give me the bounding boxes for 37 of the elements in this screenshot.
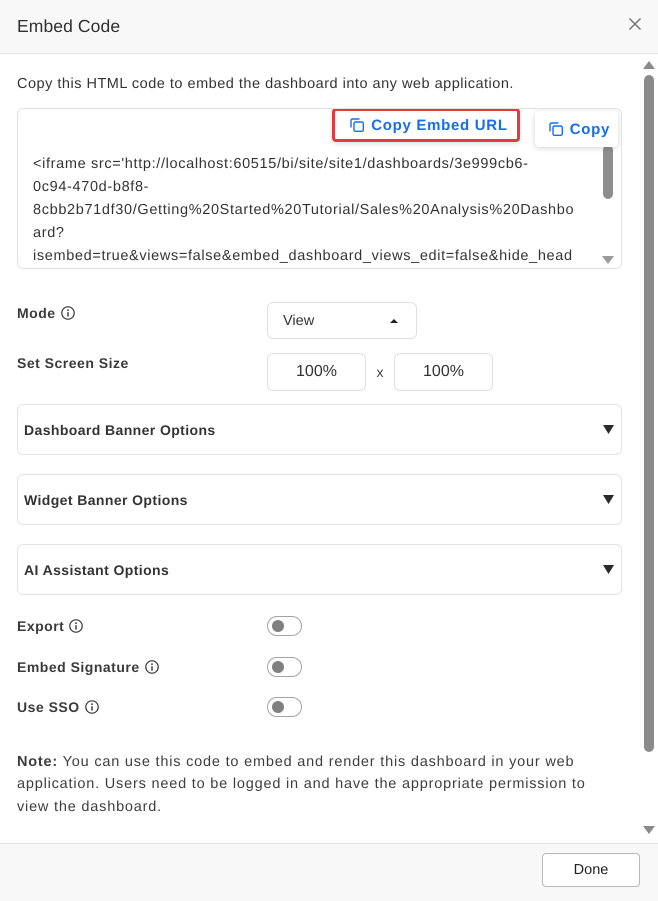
dialog-title: Embed Code [17, 16, 120, 37]
mode-dropdown[interactable]: View [267, 302, 417, 339]
toggle-switch[interactable] [267, 697, 302, 717]
info-icon[interactable] [69, 619, 84, 633]
scroll-down-icon[interactable] [602, 256, 614, 264]
accordion-header[interactable]: Dashboard Banner Options [17, 404, 622, 455]
copy-button[interactable]: Copy [534, 111, 618, 147]
scroll-down-icon[interactable] [643, 826, 655, 834]
info-icon[interactable] [60, 306, 75, 320]
mode-label: Mode [17, 304, 56, 323]
scrollbar-thumb[interactable] [644, 75, 654, 752]
close-button[interactable] [629, 18, 641, 30]
scroll-up-icon[interactable] [643, 61, 655, 69]
copy-icon [350, 118, 364, 132]
copy-button[interactable]: Copy Embed URL [332, 109, 520, 142]
intro-text: Copy this HTML code to embed the dashboard into any web application. [17, 75, 515, 94]
toggle-switch[interactable] [267, 616, 302, 636]
scrollbar-thumb[interactable] [603, 145, 613, 199]
accordion-header[interactable]: Widget Banner Options [17, 474, 622, 525]
toggle-label: Embed Signature [17, 658, 140, 676]
toggle-label: Export [17, 617, 64, 636]
done-button[interactable]: Done [542, 853, 640, 887]
screen-size-label: Set Screen Size [17, 354, 129, 373]
embed-code-text: <iframe src='http://localhost:60515/bi/site/site1/dashboards/3e999cb6- 0c94-470d-b8f8- 8cbb2b71df30/Getting%20Started%20Tutorial/Sales%20Analysis%20Dashbo ard? isembed=true&views=false&embed_dashboard_views_edit=false&hide_head [33, 155, 574, 266]
embed-code-area[interactable] [17, 108, 622, 269]
info-icon[interactable] [84, 700, 99, 714]
copy-icon [548, 122, 563, 136]
toggle-switch[interactable] [267, 656, 302, 676]
info-icon[interactable] [144, 660, 159, 674]
caret-up-icon [390, 318, 398, 322]
close-icon [629, 18, 641, 30]
width-input[interactable]: 100% [267, 353, 366, 391]
note-text: Note: You can use this code to embed and render this dashboard in your web application. Users need to be logged in and have the appropriate permission to view the dashboard. [17, 753, 587, 817]
size-separator: x [376, 363, 384, 382]
accordion-header[interactable]: AI Assistant Options [17, 544, 622, 595]
toggle-label: Use SSO [17, 698, 80, 717]
height-input[interactable]: 100% [394, 353, 493, 391]
